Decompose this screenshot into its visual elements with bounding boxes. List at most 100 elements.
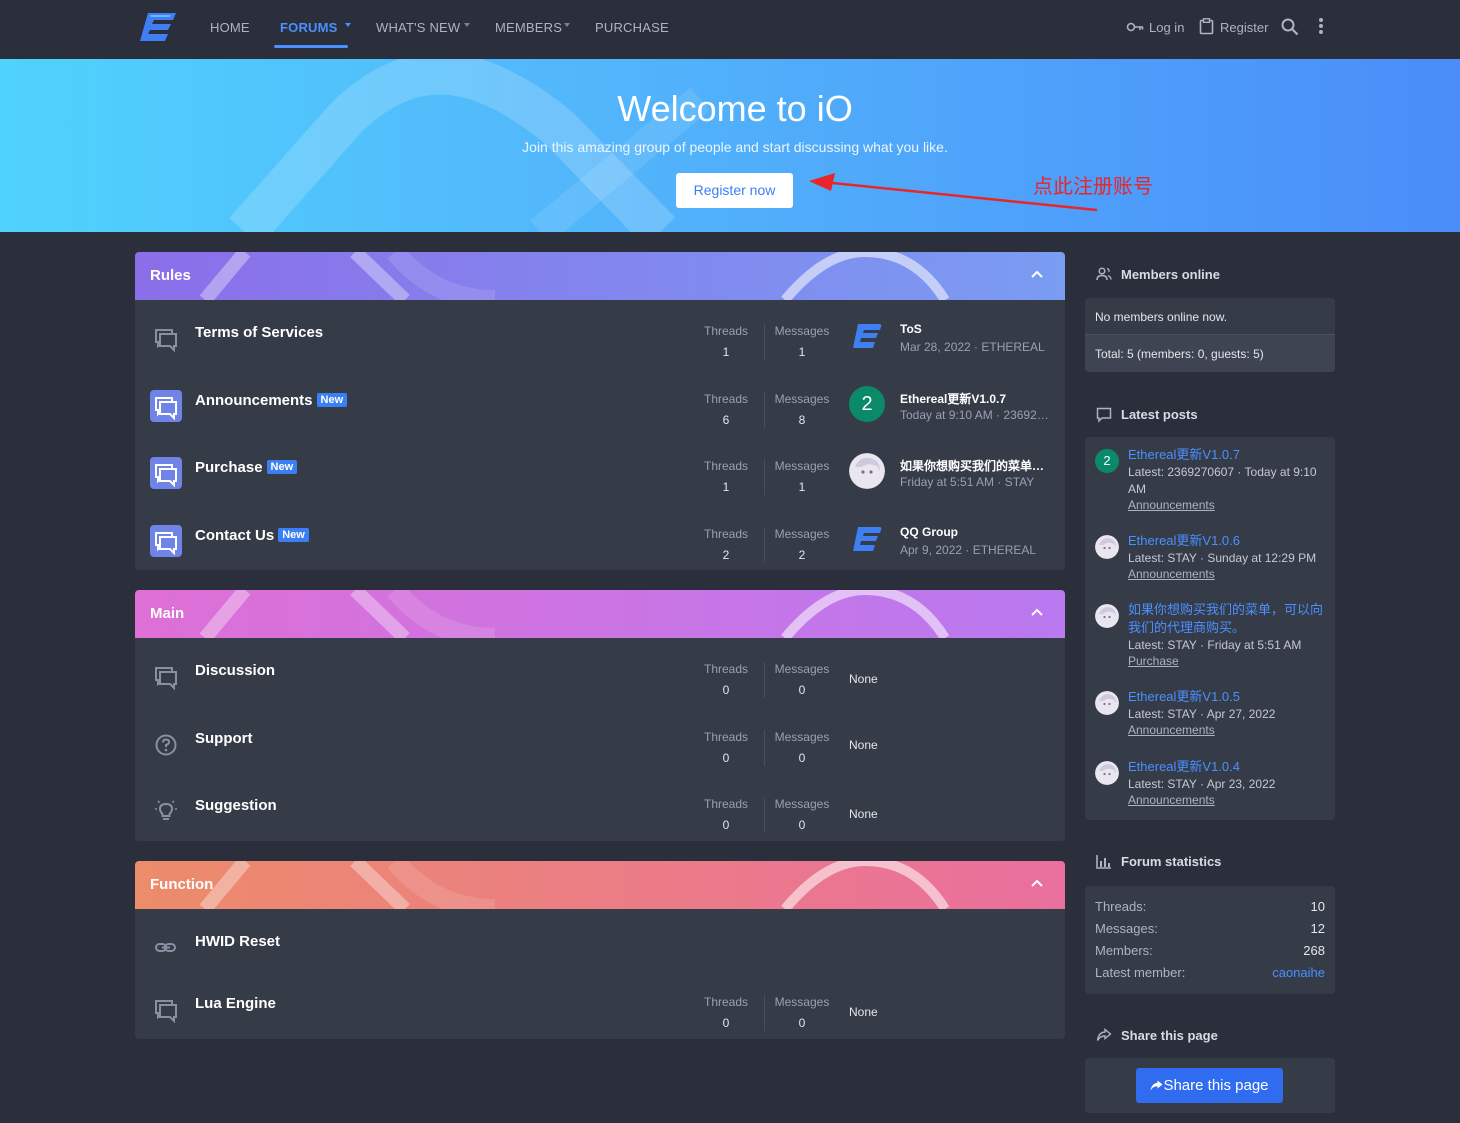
latest-post-forum-link[interactable]: Announcements — [1128, 793, 1215, 807]
latest-post-item[interactable]: 如果你想购买我们的菜单，可以向我们的代理商购买。 Latest: STAY · … — [1095, 601, 1327, 671]
forum-node-contact-us[interactable]: Contact Us New Threads 2 Messages 2 QQ Grou… — [135, 511, 1065, 570]
site-logo[interactable] — [138, 11, 178, 43]
last-post-title[interactable]: 如果你想购买我们的菜单，可以向我们的代理商购买。 — [900, 457, 1050, 474]
link-icon — [155, 943, 176, 952]
threads-label: Threads — [703, 662, 749, 676]
more-options-icon[interactable] — [1318, 17, 1324, 35]
messages-stat: Messages 0 — [767, 995, 837, 1030]
node-title[interactable]: Lua Engine — [195, 995, 276, 1012]
avatar[interactable] — [1095, 604, 1119, 628]
forum-node-support[interactable]: Support Threads 0 Messages 0 None — [135, 714, 1065, 782]
node-title[interactable]: Discussion — [195, 662, 275, 679]
block-header-main[interactable]: Main — [135, 590, 1065, 638]
block-header-rules[interactable]: Rules — [135, 252, 1065, 300]
latest-post-item[interactable]: 2 Ethereal更新V1.0.7 Latest: 2369270607 · … — [1095, 446, 1327, 521]
nav-whats-new[interactable]: WHAT'S NEW — [376, 0, 460, 55]
stat-value: 12 — [1310, 921, 1325, 936]
chevron-up-icon[interactable] — [1031, 270, 1043, 278]
stat-value: 10 — [1310, 899, 1325, 914]
chat-bubbles-icon — [155, 329, 177, 353]
chevron-up-icon[interactable] — [1031, 879, 1043, 887]
node-title[interactable]: Support — [195, 730, 253, 747]
node-title[interactable]: Contact Us New — [195, 527, 309, 544]
share-page-button[interactable]: Share this page — [1136, 1068, 1283, 1103]
latest-post-item[interactable]: Ethereal更新V1.0.6 Latest: STAY · Sunday a… — [1095, 532, 1327, 584]
nav-home[interactable]: HOME — [210, 0, 250, 55]
messages-count: 0 — [798, 751, 806, 765]
forum-node-terms-of-services[interactable]: Terms of Services Threads 1 Messages 1 ToS… — [135, 308, 1065, 376]
block-header-function[interactable]: Function — [135, 861, 1065, 909]
last-post-title[interactable]: QQ Group — [900, 525, 1050, 539]
login-link[interactable]: Log in — [1126, 0, 1186, 55]
last-post-meta: Mar 28, 2022 · ETHEREAL — [900, 340, 1045, 354]
messages-stat: Messages 8 — [767, 392, 837, 427]
key-icon — [1126, 22, 1144, 32]
avatar[interactable] — [849, 318, 885, 354]
node-title[interactable]: Suggestion — [195, 797, 277, 814]
node-title[interactable]: Terms of Services — [195, 324, 323, 341]
node-title[interactable]: HWID Reset — [195, 933, 280, 950]
latest-post-forum-link[interactable]: Purchase — [1128, 654, 1179, 668]
welcome-banner: Welcome to iO Join this amazing group of… — [0, 59, 1460, 232]
latest-post-forum-link[interactable]: Announcements — [1128, 723, 1215, 737]
nav-purchase[interactable]: PURCHASE — [595, 0, 669, 55]
forum-node-suggestion[interactable]: Suggestion Threads 0 Messages 0 None — [135, 781, 1065, 841]
register-link[interactable]: Register — [1199, 0, 1268, 55]
latest-post-title[interactable]: Ethereal更新V1.0.6 — [1128, 532, 1328, 550]
block-title: Main — [150, 605, 185, 622]
last-post-none: None — [849, 1005, 878, 1019]
forum-node-lua-engine[interactable]: Lua Engine Threads 0 Messages 0 None — [135, 979, 1065, 1039]
avatar[interactable] — [849, 453, 885, 489]
avatar[interactable]: 2 — [849, 386, 885, 422]
threads-label: Threads — [703, 392, 749, 406]
node-title-text[interactable]: Contact Us — [195, 527, 274, 544]
threads-stat: Threads 2 — [695, 527, 757, 562]
avatar[interactable] — [1095, 535, 1119, 559]
last-post-title[interactable]: ToS — [900, 322, 1050, 336]
search-icon[interactable] — [1281, 18, 1299, 36]
threads-stat: Threads 0 — [695, 662, 757, 697]
forum-node-discussion[interactable]: Discussion Threads 0 Messages 0 None — [135, 646, 1065, 714]
latest-post-title[interactable]: 如果你想购买我们的菜单，可以向我们的代理商购买。 — [1128, 601, 1328, 637]
latest-post-title[interactable]: Ethereal更新V1.0.5 — [1128, 688, 1328, 706]
stat-divider — [764, 662, 765, 698]
node-title-text[interactable]: Announcements — [195, 392, 313, 409]
last-post-none: None — [849, 807, 878, 821]
latest-post-title[interactable]: Ethereal更新V1.0.7 — [1128, 446, 1328, 464]
forum-link-hwid-reset[interactable]: HWID Reset — [135, 917, 1065, 977]
members-online-title: Members online — [1121, 267, 1220, 282]
chat-bubbles-icon — [155, 1000, 177, 1024]
lightbulb-icon — [155, 800, 177, 820]
chevron-up-icon[interactable] — [1031, 608, 1043, 616]
forum-node-purchase[interactable]: Purchase New Threads 1 Messages 1 如果你想购买我们的… — [135, 443, 1065, 511]
chevron-down-icon — [464, 23, 470, 27]
latest-post-forum-link[interactable]: Announcements — [1128, 498, 1215, 512]
latest-post-title[interactable]: Ethereal更新V1.0.4 — [1128, 758, 1328, 776]
register-now-button[interactable]: Register now — [676, 173, 793, 208]
node-title[interactable]: Announcements New — [195, 392, 348, 409]
node-title-text[interactable]: Purchase — [195, 459, 263, 476]
forum-node-announcements[interactable]: Announcements New Threads 6 Messages 8 2 Et… — [135, 376, 1065, 444]
avatar[interactable] — [1095, 691, 1119, 715]
hero-subtitle: Join this amazing group of people and st… — [522, 139, 948, 155]
latest-post-item[interactable]: Ethereal更新V1.0.5 Latest: STAY · Apr 27, … — [1095, 688, 1327, 740]
last-post-none: None — [849, 672, 878, 686]
latest-member-link[interactable]: caonaihe — [1272, 965, 1325, 980]
last-post-title[interactable]: Ethereal更新V1.0.7 — [900, 390, 1050, 407]
latest-post-item[interactable]: Ethereal更新V1.0.4 Latest: STAY · Apr 23, … — [1095, 758, 1327, 810]
messages-stat: Messages 0 — [767, 730, 837, 765]
avatar[interactable] — [849, 521, 885, 557]
latest-post-forum-link[interactable]: Announcements — [1128, 567, 1215, 581]
avatar[interactable]: 2 — [1095, 449, 1119, 473]
avatar[interactable] — [1095, 761, 1119, 785]
share-title: Share this page — [1121, 1028, 1218, 1043]
members-online-total: Total: 5 (members: 0, guests: 5) — [1095, 347, 1264, 361]
nav-members[interactable]: MEMBERS — [495, 0, 562, 55]
node-title[interactable]: Purchase New — [195, 459, 298, 476]
members-online-box: No members online now. Total: 5 (members… — [1085, 298, 1335, 372]
nav-members-dropdown[interactable] — [563, 0, 571, 55]
nav-whats-new-dropdown[interactable] — [463, 0, 471, 55]
stat-divider — [764, 324, 765, 360]
threads-label: Threads — [703, 459, 749, 473]
node-title-text[interactable]: Terms of Services — [195, 324, 323, 341]
